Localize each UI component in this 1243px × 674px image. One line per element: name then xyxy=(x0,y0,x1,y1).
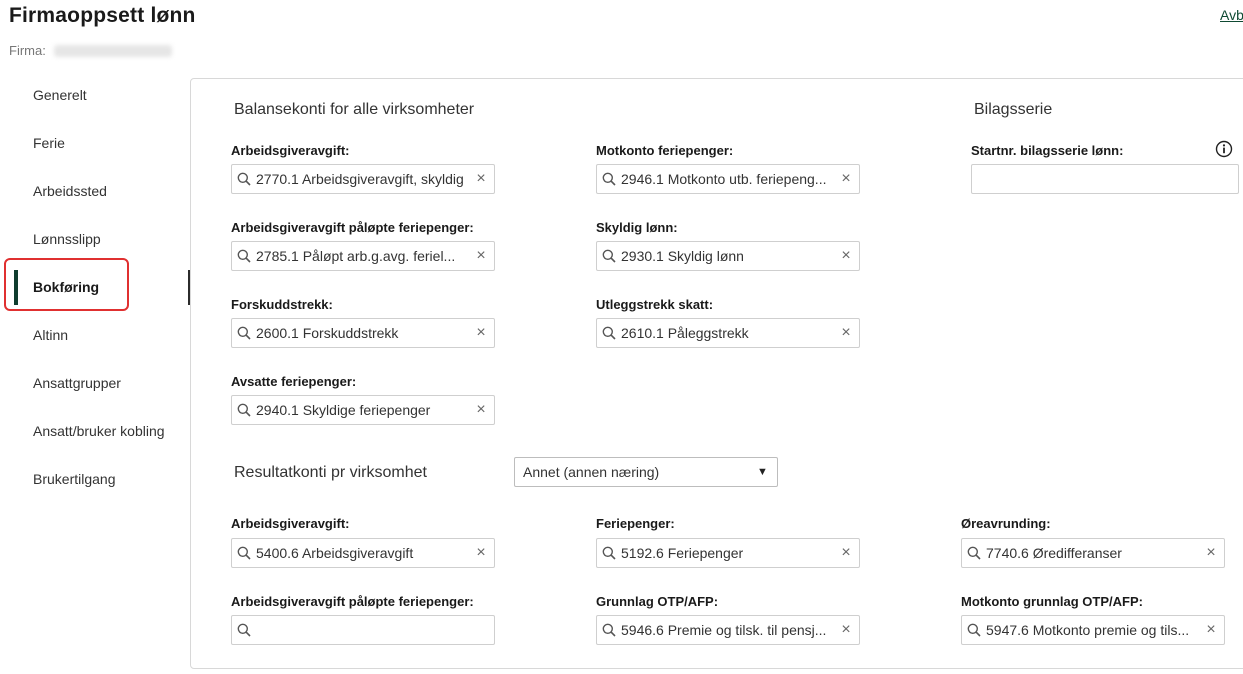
search-icon xyxy=(237,403,251,417)
firm-name-redacted xyxy=(53,44,172,57)
account-search-field[interactable]: 2946.1 Motkonto utb. feriepeng... × xyxy=(596,164,860,194)
search-icon xyxy=(602,249,616,263)
close-icon[interactable]: × xyxy=(836,544,856,562)
sidebar-item-arbeidssted[interactable]: Arbeidssted xyxy=(33,183,107,199)
business-select[interactable]: Annet (annen næring) ▼ xyxy=(514,457,778,487)
close-icon[interactable]: × xyxy=(836,170,856,188)
search-icon xyxy=(237,172,251,186)
close-icon[interactable]: × xyxy=(836,324,856,342)
active-indicator xyxy=(14,270,18,305)
close-icon[interactable]: × xyxy=(471,247,491,265)
sidebar-item-generelt[interactable]: Generelt xyxy=(33,87,87,103)
field-label: Utleggstrekk skatt: xyxy=(596,297,714,312)
field-label: Forskuddstrekk: xyxy=(231,297,333,312)
search-icon xyxy=(602,623,616,637)
sidebar-item-ansattgrupper[interactable]: Ansattgrupper xyxy=(33,375,121,391)
sidebar-item-ferie[interactable]: Ferie xyxy=(33,135,65,151)
cancel-link[interactable]: Avb xyxy=(1220,7,1243,23)
field-label: Skyldig lønn: xyxy=(596,220,678,235)
field-value: 5192.6 Feriepenger xyxy=(621,545,744,561)
field-value: 5947.6 Motkonto premie og tils... xyxy=(986,622,1190,638)
search-icon xyxy=(967,623,981,637)
search-icon xyxy=(237,249,251,263)
field-label: Grunnlag OTP/AFP: xyxy=(596,594,719,609)
field-label: Motkonto grunnlag OTP/AFP: xyxy=(961,594,1143,609)
firm-label: Firma: xyxy=(9,43,46,58)
sidebar-item-altinn[interactable]: Altinn xyxy=(33,327,68,343)
page-title: Firmaoppsett lønn xyxy=(9,4,196,27)
search-icon xyxy=(602,326,616,340)
account-search-field[interactable]: 2930.1 Skyldig lønn × xyxy=(596,241,860,271)
field-label: Arbeidsgiveravgift: xyxy=(231,516,350,531)
field-value: 2930.1 Skyldig lønn xyxy=(621,248,744,264)
field-value: 2770.1 Arbeidsgiveravgift, skyldig xyxy=(256,171,464,187)
bilag-start-number-input[interactable] xyxy=(971,164,1239,194)
search-icon xyxy=(237,546,251,560)
field-value: 2600.1 Forskuddstrekk xyxy=(256,325,399,341)
field-label: Feriepenger: xyxy=(596,516,675,531)
field-value: 2946.1 Motkonto utb. feriepeng... xyxy=(621,171,827,187)
account-search-field[interactable]: 2610.1 Påleggstrekk × xyxy=(596,318,860,348)
field-label: Øreavrunding: xyxy=(961,516,1051,531)
sidebar-item-brukertilgang[interactable]: Brukertilgang xyxy=(33,471,116,487)
search-icon xyxy=(602,546,616,560)
close-icon[interactable]: × xyxy=(471,544,491,562)
field-value: 5400.6 Arbeidsgiveravgift xyxy=(256,545,414,561)
close-icon[interactable]: × xyxy=(1201,544,1221,562)
field-value: 5946.6 Premie og tilsk. til pensj... xyxy=(621,622,827,638)
account-search-field[interactable] xyxy=(231,615,495,645)
info-icon[interactable] xyxy=(1214,139,1234,159)
account-search-field[interactable]: 2770.1 Arbeidsgiveravgift, skyldig × xyxy=(231,164,495,194)
field-value: 2785.1 Påløpt arb.g.avg. feriel... xyxy=(256,248,456,264)
field-value: 7740.6 Øredifferanser xyxy=(986,545,1122,561)
caret-down-icon: ▼ xyxy=(757,466,768,478)
search-icon xyxy=(967,546,981,560)
sidebar-item-bokforing[interactable]: Bokføring xyxy=(33,279,99,295)
field-value: 2610.1 Påleggstrekk xyxy=(621,325,749,341)
business-select-value: Annet (annen næring) xyxy=(523,464,660,480)
field-label: Avsatte feriepenger: xyxy=(231,374,357,389)
account-search-field[interactable]: 5400.6 Arbeidsgiveravgift × xyxy=(231,538,495,568)
account-search-field[interactable]: 2785.1 Påløpt arb.g.avg. feriel... × xyxy=(231,241,495,271)
account-search-field[interactable]: 7740.6 Øredifferanser × xyxy=(961,538,1225,568)
bilag-section-title: Bilagsserie xyxy=(974,101,1053,118)
firm-row: Firma: xyxy=(9,43,172,58)
field-label: Arbeidsgiveravgift påløpte feriepenger: xyxy=(231,220,474,235)
close-icon[interactable]: × xyxy=(471,401,491,419)
balance-section-title: Balansekonti for alle virksomheter xyxy=(234,101,475,118)
field-label: Arbeidsgiveravgift påløpte feriepenger: xyxy=(231,594,474,609)
result-section-title: Resultatkonti pr virksomhet xyxy=(234,464,427,481)
close-icon[interactable]: × xyxy=(471,170,491,188)
field-value: 2940.1 Skyldige feriepenger xyxy=(256,402,431,418)
sidebar-item-ansatt-bruker-kobling[interactable]: Ansatt/bruker kobling xyxy=(33,423,165,439)
account-search-field[interactable]: 2940.1 Skyldige feriepenger × xyxy=(231,395,495,425)
search-icon xyxy=(237,623,251,637)
sidebar-item-lonnsslipp[interactable]: Lønnsslipp xyxy=(33,231,101,247)
close-icon[interactable]: × xyxy=(836,621,856,639)
close-icon[interactable]: × xyxy=(836,247,856,265)
account-search-field[interactable]: 5947.6 Motkonto premie og tils... × xyxy=(961,615,1225,645)
field-label: Arbeidsgiveravgift: xyxy=(231,143,350,158)
close-icon[interactable]: × xyxy=(1201,621,1221,639)
account-search-field[interactable]: 5192.6 Feriepenger × xyxy=(596,538,860,568)
close-icon[interactable]: × xyxy=(471,324,491,342)
field-label: Startnr. bilagsserie lønn: xyxy=(971,143,1124,158)
account-search-field[interactable]: 5946.6 Premie og tilsk. til pensj... × xyxy=(596,615,860,645)
search-icon xyxy=(237,326,251,340)
field-label: Motkonto feriepenger: xyxy=(596,143,734,158)
search-icon xyxy=(602,172,616,186)
account-search-field[interactable]: 2600.1 Forskuddstrekk × xyxy=(231,318,495,348)
